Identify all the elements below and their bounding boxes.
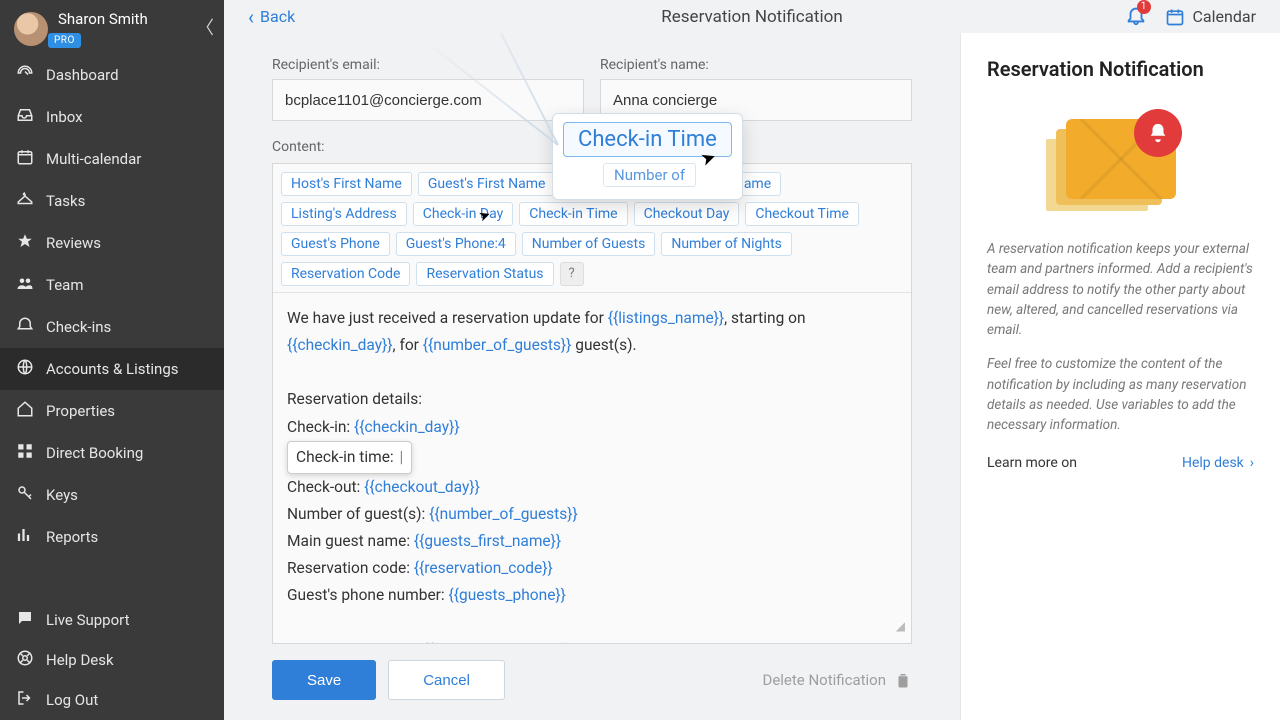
sidebar-item-keys[interactable]: Keys: [0, 474, 224, 516]
sidebar-item-multi-calendar[interactable]: Multi-calendar: [0, 138, 224, 180]
profile-block[interactable]: Sharon Smith PRO 〈: [0, 0, 224, 54]
info-paragraph-1: A reservation notification keeps your ex…: [987, 239, 1254, 340]
calendar-icon: [16, 148, 34, 170]
key-icon: [16, 484, 34, 506]
token-guest-s-phone[interactable]: Guest's Phone: [281, 232, 390, 256]
profile-name: Sharon Smith: [58, 10, 148, 28]
grid-icon: [16, 442, 34, 464]
form-area: Recipient's email: Recipient's name: Con…: [224, 33, 960, 720]
sidebar-item-check-ins[interactable]: Check-ins: [0, 306, 224, 348]
delete-notification-button[interactable]: Delete Notification: [762, 671, 912, 689]
gauge-icon: [16, 64, 34, 86]
token-reservation-code[interactable]: Reservation Code: [281, 262, 410, 286]
sidebar-collapse-icon[interactable]: 〈: [196, 14, 214, 40]
sidebar-item-direct-booking[interactable]: Direct Booking: [0, 432, 224, 474]
token-help[interactable]: ?: [560, 262, 584, 286]
learn-more-label: Learn more on: [987, 455, 1077, 471]
sidebar-item-accounts-listings[interactable]: Accounts & Listings: [0, 348, 224, 390]
back-label: Back: [260, 7, 295, 26]
token-check-in-time[interactable]: Check-in Time: [519, 202, 627, 226]
content-editor: Host's First NameGuest's First NameHost'…: [272, 163, 912, 644]
token-listing-s-address[interactable]: Listing's Address: [281, 202, 407, 226]
chat-icon: [16, 609, 34, 631]
token-check-in-day[interactable]: Check-in Day: [413, 202, 513, 226]
name-label: Recipient's name:: [600, 57, 912, 73]
token-number-of-guests[interactable]: Number of Guests: [522, 232, 656, 256]
email-label: Recipient's email:: [272, 57, 584, 73]
hanger-icon: [16, 190, 34, 212]
chevron-right-icon: ›: [1250, 455, 1254, 471]
notif-count: 1: [1137, 0, 1151, 14]
cancel-button[interactable]: Cancel: [388, 660, 505, 700]
token-host-s-first-name[interactable]: Host's First Name: [281, 172, 412, 196]
calendar-search-icon: [1165, 7, 1185, 27]
token-reservation-status[interactable]: Reservation Status: [416, 262, 553, 286]
sidebar-item-inbox[interactable]: Inbox: [0, 96, 224, 138]
avatar: [14, 12, 48, 46]
insertion-point[interactable]: Check-in time:: [287, 441, 412, 474]
token-guest-s-phone-4[interactable]: Guest's Phone:4: [396, 232, 516, 256]
sidebar-item-dashboard[interactable]: Dashboard: [0, 54, 224, 96]
var-checkin-day: {{checkin_day}}: [287, 336, 393, 354]
var-number-of-guests: {{number_of_guests}}: [423, 336, 572, 354]
info-panel: Reservation Notification A reservation n…: [960, 33, 1280, 720]
recipient-email-input[interactable]: [272, 79, 584, 121]
token-guest-s-first-name[interactable]: Guest's First Name: [418, 172, 556, 196]
token-callout: Check-in Time ➤ Number of: [552, 113, 743, 200]
help-desk-link[interactable]: Help desk ›: [1182, 455, 1254, 471]
sidebar-item-team[interactable]: Team: [0, 264, 224, 306]
resize-handle-icon[interactable]: ◢: [896, 616, 905, 637]
token-number-of-nights[interactable]: Number of Nights: [661, 232, 792, 256]
sidebar: Sharon Smith PRO 〈 DashboardInboxMulti-c…: [0, 0, 224, 720]
logout-icon: [16, 689, 34, 711]
save-button[interactable]: Save: [272, 660, 376, 700]
chevron-left-icon: ‹: [248, 5, 254, 29]
chart-icon: [16, 526, 34, 548]
token-checkout-time[interactable]: Checkout Time: [745, 202, 859, 226]
inbox-icon: [16, 106, 34, 128]
calendar-label: Calendar: [1193, 7, 1256, 26]
var-listings-name: {{listings_name}}: [608, 309, 724, 327]
sidebar-item-properties[interactable]: Properties: [0, 390, 224, 432]
star-icon: [16, 232, 34, 254]
pro-badge: PRO: [48, 33, 81, 48]
topbar: ‹ Back Reservation Notification 1 Calend…: [224, 0, 1280, 33]
bell-icon: [16, 316, 34, 338]
editor-body[interactable]: We have just received a reservation upda…: [273, 293, 911, 643]
main: ‹ Back Reservation Notification 1 Calend…: [224, 0, 1280, 720]
sidebar-item-log-out[interactable]: Log Out: [0, 680, 224, 720]
team-icon: [16, 274, 34, 296]
info-paragraph-2: Feel free to customize the content of th…: [987, 354, 1254, 435]
sidebar-item-tasks[interactable]: Tasks: [0, 180, 224, 222]
help-icon: [16, 649, 34, 671]
notifications-button[interactable]: 1: [1125, 4, 1147, 30]
callout-hint: Number of: [603, 163, 696, 187]
globe-icon: [16, 358, 34, 380]
sidebar-item-reports[interactable]: Reports: [0, 516, 224, 558]
calendar-link[interactable]: Calendar: [1165, 7, 1256, 27]
token-checkout-day[interactable]: Checkout Day: [634, 202, 740, 226]
sidebar-item-reviews[interactable]: Reviews: [0, 222, 224, 264]
trash-icon: [894, 671, 912, 689]
illustration: [987, 99, 1254, 219]
bell-badge-icon: [1134, 109, 1182, 157]
back-button[interactable]: ‹ Back: [248, 5, 295, 29]
sidebar-item-help-desk[interactable]: Help Desk: [0, 640, 224, 680]
home-icon: [16, 400, 34, 422]
info-title: Reservation Notification: [987, 57, 1254, 81]
sidebar-item-live-support[interactable]: Live Support: [0, 600, 224, 640]
page-title: Reservation Notification: [661, 7, 842, 27]
